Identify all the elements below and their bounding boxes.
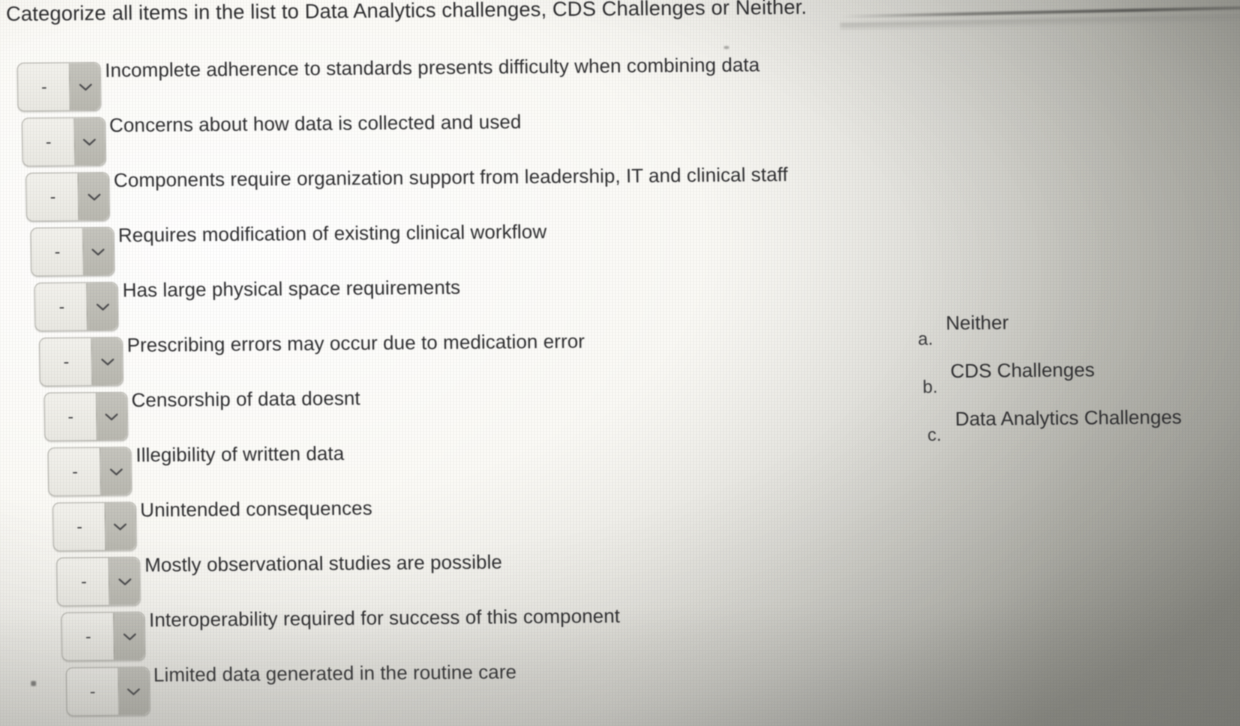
list-item: - Prescribing errors may occur due to med…	[38, 331, 585, 388]
list-item: - Concerns about how data is collected an…	[21, 111, 521, 168]
list-item-label: Interoperability required for success of…	[148, 605, 621, 632]
category-select-9[interactable]: -	[52, 501, 137, 552]
category-select-6[interactable]: -	[38, 336, 124, 387]
category-select-value: -	[58, 296, 65, 316]
category-select-8[interactable]: -	[47, 446, 133, 497]
chevron-down-icon[interactable]	[117, 667, 150, 715]
category-select-value: -	[67, 406, 74, 426]
list-item: - Components require organization support…	[25, 164, 788, 223]
list-item-label: Illegibility of written data	[135, 442, 345, 467]
list-item-label: Limited data generated in the routine ca…	[153, 661, 517, 687]
list-item-label: Prescribing errors may occur due to medi…	[126, 330, 585, 357]
option-marker: b.	[922, 376, 938, 397]
list-item-label: Mostly observational studies are possibl…	[144, 551, 503, 577]
list-item: - Censorship of data doesnt	[43, 388, 360, 442]
category-select-value: -	[76, 516, 83, 536]
chevron-down-icon[interactable]	[68, 62, 101, 111]
chevron-down-icon[interactable]	[99, 447, 132, 495]
list-item: - Mostly observational studies are possib…	[56, 551, 502, 607]
category-select-1[interactable]: -	[16, 61, 102, 112]
chevron-down-icon[interactable]	[73, 117, 105, 166]
chevron-down-icon[interactable]	[77, 172, 110, 221]
chevron-down-icon[interactable]	[95, 392, 127, 441]
answer-option: c. Data Analytics Challenges	[927, 406, 1220, 457]
category-select-value: -	[80, 571, 87, 591]
chevron-down-icon[interactable]	[82, 227, 114, 276]
dust-speck	[724, 46, 729, 49]
list-item-label: Has large physical space requirements	[122, 276, 461, 302]
list-item: - Illegibility of written data	[47, 443, 344, 497]
list-item-label: Censorship of data doesnt	[131, 387, 361, 412]
category-select-value: -	[85, 626, 92, 646]
list-item: - Limited data generated in the routine c…	[65, 661, 517, 717]
list-item-label: Requires modification of existing clinic…	[117, 221, 547, 247]
list-item-label: Incomplete adherence to standards presen…	[104, 54, 760, 82]
category-select-value: -	[63, 351, 70, 371]
dust-speck	[31, 681, 36, 686]
category-select-7[interactable]: -	[43, 391, 128, 442]
list-item: - Incomplete adherence to standards prese…	[16, 54, 760, 113]
chevron-down-icon[interactable]	[108, 557, 141, 605]
category-select-value: -	[54, 241, 61, 261]
list-item: - Requires modification of existing clini…	[30, 221, 547, 278]
category-select-2[interactable]: -	[21, 116, 106, 167]
answer-options-list: a. Neither b. CDS Challenges c. Data Analytic…	[918, 310, 1220, 457]
category-select-5[interactable]: -	[34, 281, 120, 332]
chevron-down-icon[interactable]	[104, 502, 136, 550]
list-item-label: Components require organization support …	[113, 163, 789, 192]
answer-option: a. Neither	[918, 310, 1219, 361]
category-select-value: -	[41, 76, 48, 97]
category-select-3[interactable]: -	[25, 171, 111, 222]
quiz-content: Categorize all items in the list to Data…	[0, 0, 1240, 726]
option-label: Data Analytics Challenges	[955, 406, 1182, 431]
list-item: - Has large physical space requirements	[34, 277, 461, 333]
option-label: Neither	[945, 312, 1009, 335]
chevron-down-icon[interactable]	[90, 337, 123, 386]
option-label: CDS Challenges	[950, 359, 1095, 383]
category-select-11[interactable]: -	[60, 611, 146, 662]
list-item: - Interoperability required for success o…	[60, 605, 620, 662]
screen-photo: Categorize all items in the list to Data…	[0, 0, 1240, 726]
category-select-value: -	[89, 681, 96, 701]
question-prompt: Categorize all items in the list to Data…	[5, 0, 808, 26]
option-marker: c.	[927, 424, 942, 445]
list-item-label: Unintended consequences	[140, 497, 373, 522]
category-select-value: -	[49, 186, 56, 206]
category-select-value: -	[45, 131, 52, 151]
category-select-4[interactable]: -	[30, 226, 115, 277]
category-select-value: -	[72, 461, 78, 481]
chevron-down-icon[interactable]	[112, 612, 145, 660]
list-item-label: Concerns about how data is collected and…	[109, 111, 522, 137]
category-select-10[interactable]: -	[56, 556, 142, 607]
option-marker: a.	[917, 328, 934, 349]
chevron-down-icon[interactable]	[86, 282, 119, 331]
answer-option: b. CDS Challenges	[922, 358, 1219, 409]
list-item: - Unintended consequences	[52, 498, 372, 552]
category-select-12[interactable]: -	[65, 666, 151, 717]
